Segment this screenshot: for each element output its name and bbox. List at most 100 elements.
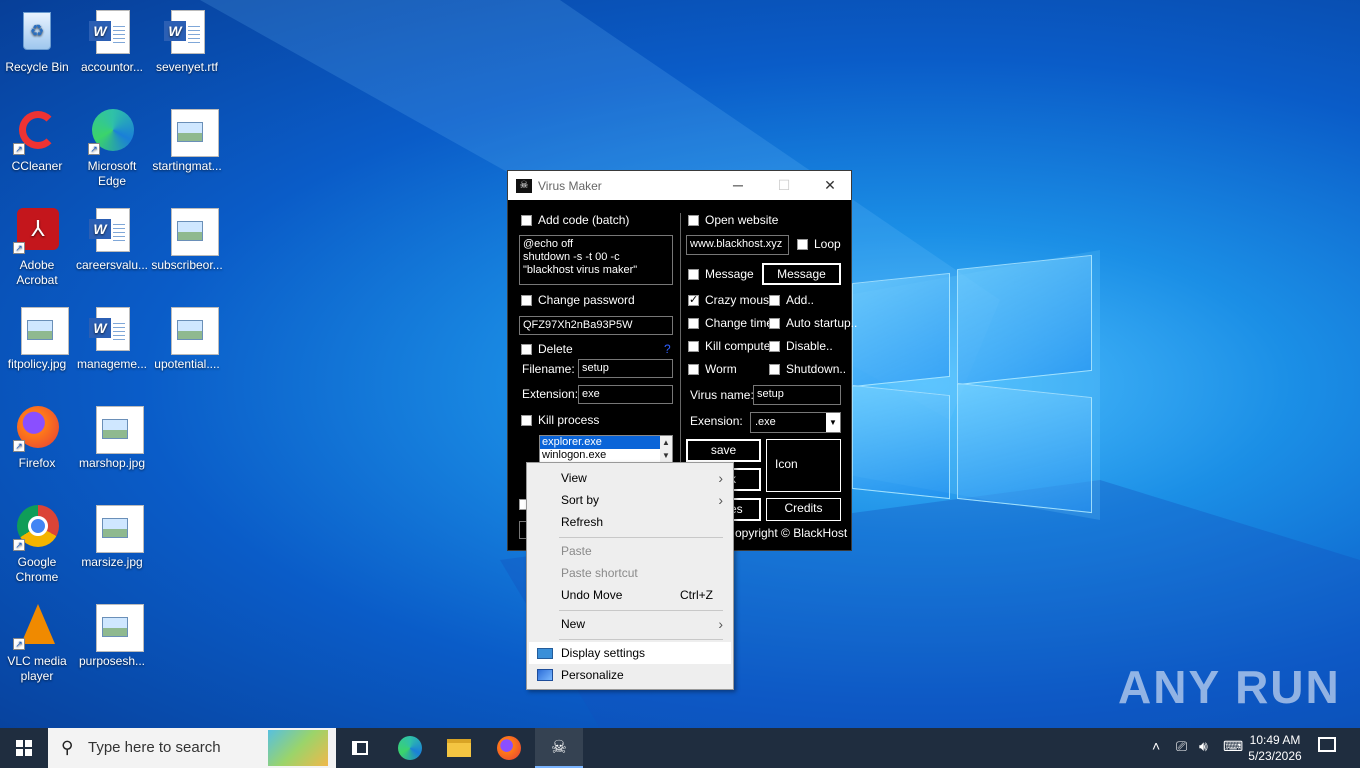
desktop-icon-label: CCleaner xyxy=(11,159,63,173)
taskbar-search-box[interactable]: ⚲ Type here to search xyxy=(48,728,336,768)
desktop-icon[interactable]: ⅄ ↗ Adobe Acrobat xyxy=(0,206,74,288)
chevron-right-icon: › xyxy=(718,616,723,632)
minimize-button[interactable]: ─ xyxy=(715,171,761,200)
desktop-icon-label: fitpolicy.jpg xyxy=(7,357,67,371)
desktop-icon[interactable]: ↗ CCleaner xyxy=(0,107,74,174)
desktop-icon[interactable]: ↗ Google Chrome xyxy=(0,503,74,585)
menu-item-view[interactable]: View › xyxy=(529,467,731,489)
desktop-context-menu[interactable]: View › Sort by › Refresh Paste Paste short… xyxy=(526,462,734,690)
extension-dropdown[interactable]: .exe ▼ xyxy=(750,412,841,433)
chevron-up-icon[interactable]: ˄ xyxy=(1152,738,1160,754)
folder-icon xyxy=(447,739,471,757)
anyrun-watermark: ANY RUN xyxy=(1118,661,1341,713)
desktop-icon[interactable]: ↗ Firefox xyxy=(0,404,74,471)
desktop-icon[interactable]: marshop.jpg xyxy=(75,404,149,471)
change-password-label: Change password xyxy=(538,293,635,307)
desktop-icon[interactable]: careersvalu... xyxy=(75,206,149,273)
maximize-button[interactable]: ☐ xyxy=(761,171,807,200)
list-item[interactable]: winlogon.exe xyxy=(540,449,672,462)
desktop-icon[interactable]: subscribeor... xyxy=(150,206,224,273)
ime-icon[interactable]: ⌨ xyxy=(1223,738,1243,755)
desktop-icon[interactable]: marsize.jpg xyxy=(75,503,149,570)
desktop-icon[interactable]: sevenyet.rtf xyxy=(150,8,224,75)
extension-field[interactable]: exe xyxy=(578,385,673,404)
shutdown-checkbox[interactable] xyxy=(769,364,780,375)
firefox-taskbar-button[interactable] xyxy=(485,728,533,768)
menu-separator xyxy=(559,610,723,611)
menu-item-display-settings[interactable]: Display settings xyxy=(529,642,731,664)
virus-name-field[interactable]: setup xyxy=(753,385,841,405)
desktop-icon-label: careersvalu... xyxy=(75,258,149,272)
loop-checkbox[interactable] xyxy=(797,239,808,250)
network-icon[interactable]: ⎚ xyxy=(1176,738,1187,755)
edge-icon xyxy=(398,736,422,760)
desktop-icon[interactable]: startingmat... xyxy=(150,107,224,174)
menu-item-personalize[interactable]: Personalize xyxy=(529,664,731,686)
firefox-icon xyxy=(497,736,521,760)
desktop-icon[interactable]: fitpolicy.jpg xyxy=(0,305,74,372)
password-field[interactable]: QFZ97Xh2nBa93P5W xyxy=(519,316,673,335)
desktop-icon[interactable]: purposesh... xyxy=(75,602,149,669)
title-bar[interactable]: ☠ Virus Maker ─ ☐ ✕ xyxy=(508,171,851,200)
virus-maker-taskbar-button[interactable]: ☠ xyxy=(535,728,583,768)
open-website-label: Open website xyxy=(705,213,779,227)
add-code-checkbox[interactable] xyxy=(521,215,532,226)
message-checkbox[interactable] xyxy=(688,269,699,280)
clock[interactable]: 10:49 AM 5/23/2026 xyxy=(1244,732,1306,764)
menu-item-sort-by[interactable]: Sort by › xyxy=(529,489,731,511)
disable-checkbox[interactable] xyxy=(769,341,780,352)
desktop-icon[interactable]: ↗ VLC media player xyxy=(0,602,74,684)
start-button[interactable] xyxy=(0,728,48,768)
change-time-checkbox[interactable] xyxy=(688,318,699,329)
worm-checkbox[interactable] xyxy=(688,364,699,375)
credits-button[interactable]: Credits xyxy=(766,498,841,521)
notifications-icon[interactable] xyxy=(1318,737,1336,752)
kill-computer-label: Kill computer xyxy=(705,339,775,353)
kill-computer-checkbox[interactable] xyxy=(688,341,699,352)
edge-taskbar-button[interactable] xyxy=(386,728,434,768)
file-explorer-button[interactable] xyxy=(435,728,483,768)
process-listbox[interactable]: explorer.exe winlogon.exe ▲ ▼ xyxy=(539,435,673,463)
list-item[interactable]: explorer.exe xyxy=(540,436,672,449)
kill-process-checkbox[interactable] xyxy=(521,415,532,426)
desktop-icon-label: marsize.jpg xyxy=(81,555,143,569)
desktop-icon-label: marshop.jpg xyxy=(78,456,146,470)
desktop-icon-label: Google Chrome xyxy=(15,555,59,584)
crazy-mouse-checkbox[interactable] xyxy=(688,293,699,306)
save-button[interactable]: save xyxy=(686,439,761,462)
display-icon xyxy=(537,648,553,659)
image-file-icon xyxy=(163,305,219,355)
firefox-icon: ↗ xyxy=(13,404,61,452)
message-button[interactable]: Message xyxy=(762,263,841,285)
delete-checkbox[interactable] xyxy=(521,344,532,355)
change-time-label: Change time xyxy=(705,316,774,330)
desktop-icon[interactable]: upotential.... xyxy=(150,305,224,372)
task-view-button[interactable] xyxy=(336,728,384,768)
desktop-icon[interactable]: ♻ Recycle Bin xyxy=(0,8,74,75)
desktop-icon-label: VLC media player xyxy=(7,654,67,683)
chevron-down-icon[interactable]: ▼ xyxy=(826,413,840,432)
change-password-checkbox[interactable] xyxy=(521,295,532,306)
desktop-icon-label: sevenyet.rtf xyxy=(155,60,219,74)
delete-help-link[interactable]: ? xyxy=(664,342,671,356)
icon-button[interactable]: Icon xyxy=(766,439,841,492)
copyright-text: opyright © BlackHost xyxy=(735,526,848,540)
website-field[interactable]: www.blackhost.xyz xyxy=(686,235,789,255)
desktop-icon[interactable]: manageme... xyxy=(75,305,149,372)
close-button[interactable]: ✕ xyxy=(807,171,853,200)
batch-code-textarea[interactable]: @echo off shutdown -s -t 00 -c "blackhos… xyxy=(519,235,673,285)
desktop-icon-label: subscribeor... xyxy=(151,258,223,272)
menu-item-refresh[interactable]: Refresh xyxy=(529,511,731,533)
auto-startup-checkbox[interactable] xyxy=(769,318,780,329)
disable-label: Disable.. xyxy=(786,339,833,353)
add-checkbox[interactable] xyxy=(769,295,780,306)
filename-field[interactable]: setup xyxy=(578,359,673,378)
desktop-icon[interactable]: accountor... xyxy=(75,8,149,75)
open-website-checkbox[interactable] xyxy=(688,215,699,226)
menu-item-undo-move[interactable]: Undo Move Ctrl+Z xyxy=(529,584,731,606)
menu-item-new[interactable]: New › xyxy=(529,613,731,635)
listbox-scrollbar[interactable]: ▲ ▼ xyxy=(660,436,672,462)
volume-icon[interactable]: 🔊︎ xyxy=(1199,738,1208,755)
desktop-icon[interactable]: ↗ Microsoft Edge xyxy=(75,107,149,189)
shortcut-arrow-icon: ↗ xyxy=(13,638,25,650)
